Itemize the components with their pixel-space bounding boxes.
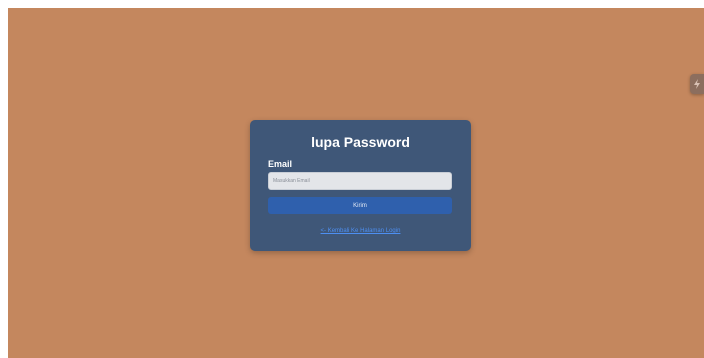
submit-button[interactable]: Kirim xyxy=(268,197,452,214)
page-background: lupa Password Email Kirim <- Kembali Ke … xyxy=(8,8,704,358)
lightning-icon xyxy=(694,79,700,89)
email-label: Email xyxy=(268,159,293,169)
email-field[interactable] xyxy=(268,172,452,190)
back-to-login-link[interactable]: <- Kembali Ke Halaman Login xyxy=(250,228,471,234)
side-widget-button[interactable] xyxy=(690,74,704,94)
page-title: lupa Password xyxy=(311,134,410,150)
forgot-password-card: lupa Password Email Kirim <- Kembali Ke … xyxy=(250,120,471,251)
